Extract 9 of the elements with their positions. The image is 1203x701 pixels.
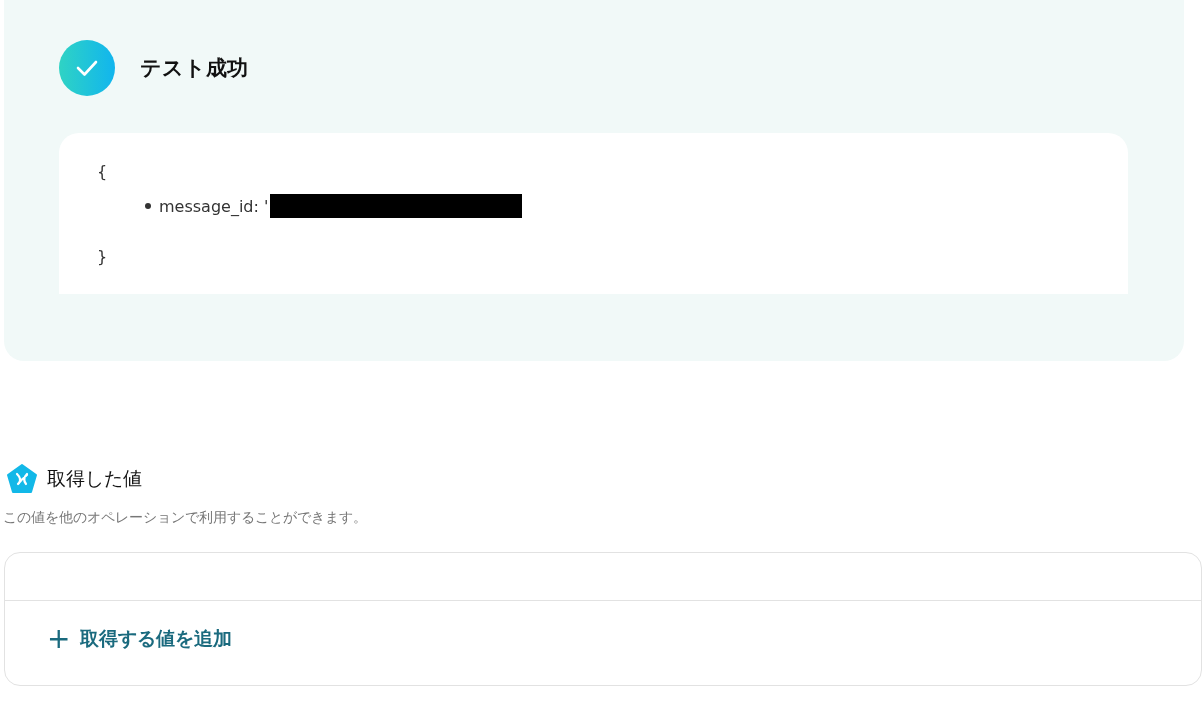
app-logo-icon <box>6 463 38 495</box>
bullet-icon <box>145 203 151 209</box>
result-title: テスト成功 <box>140 55 248 82</box>
open-brace: { <box>97 161 109 183</box>
section-description: この値を他のオペレーションで利用することができます。 <box>3 509 368 527</box>
close-brace: } <box>97 246 109 268</box>
add-value-button[interactable]: + 取得する値を追加 <box>47 625 233 653</box>
section-title: 取得した値 <box>47 466 142 491</box>
field-key: message_id: ' <box>159 196 269 216</box>
